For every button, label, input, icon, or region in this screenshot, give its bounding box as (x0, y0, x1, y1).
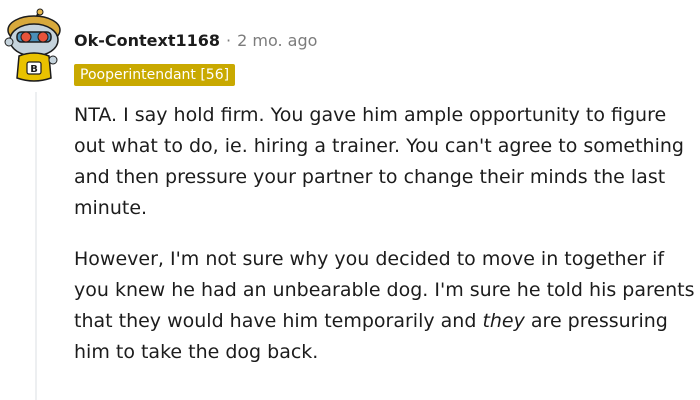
comment-paragraph-1: NTA. I say hold firm. You gave him ample… (74, 104, 684, 219)
paragraph-2-emphasis: they (482, 310, 525, 332)
comment-body: NTA. I say hold firm. You gave him ample… (74, 100, 696, 388)
user-flair-badge: Pooperintendant [56] (74, 64, 236, 86)
meta-separator: · (226, 31, 232, 50)
comment-timestamp[interactable]: 2 mo. ago (237, 31, 317, 50)
user-avatar-icon[interactable]: B (3, 8, 65, 84)
comment: B Ok-Context1168 · 2 mo. ago Pooperintenda… (0, 0, 700, 400)
comment-meta: Ok-Context1168 · 2 mo. ago (74, 30, 317, 52)
username-link[interactable]: Ok-Context1168 (74, 31, 220, 50)
comment-paragraph-2: However, I'm not sure why you decided to… (74, 244, 696, 368)
thread-collapse-line[interactable] (35, 92, 37, 400)
svg-text:B: B (30, 64, 38, 75)
